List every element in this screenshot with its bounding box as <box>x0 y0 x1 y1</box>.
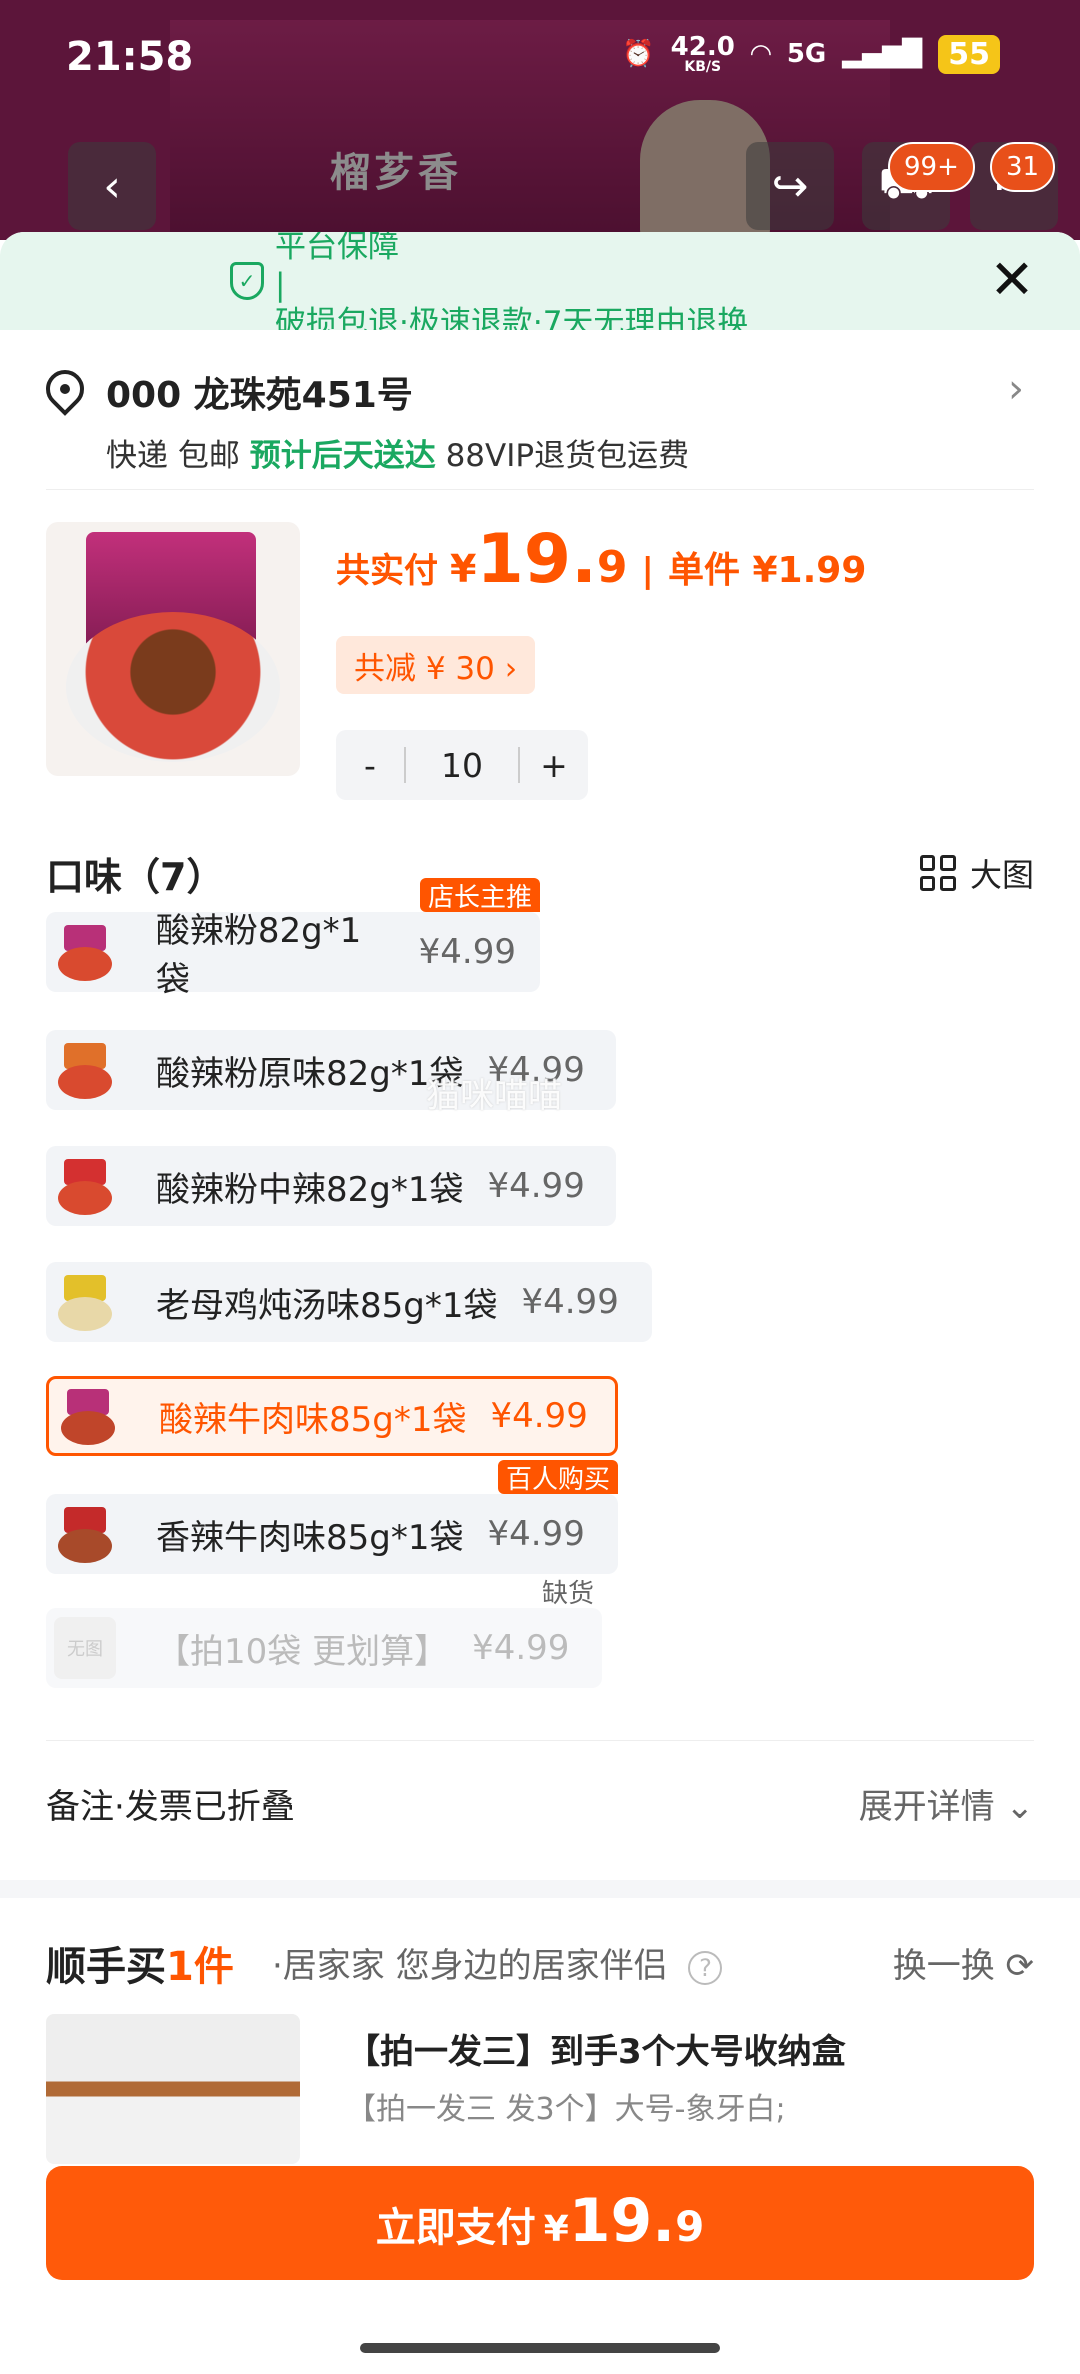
back-button[interactable]: ‹ <box>68 142 156 230</box>
flavor-options: 酸辣粉82g*1袋 ¥4.99 店长主推 酸辣粉原味82g*1袋 ¥4.99 猫… <box>46 878 1034 1740</box>
flavor-header: 口味（7） 大图 <box>46 780 1034 899</box>
wifi-icon: ◠ <box>750 39 771 69</box>
pay-now-button[interactable]: 立即支付 ¥ 19. 9 <box>46 2166 1034 2280</box>
cart-badge: 99+ <box>888 142 975 192</box>
remark-invoice-row[interactable]: 备注·发票已折叠 展开详情 ⌄ <box>46 1740 1034 1880</box>
refresh-button[interactable]: 换一换 ⟳ <box>893 1938 1034 1987</box>
shield-check-icon: ✓ <box>230 262 264 300</box>
recommend-tag: 店长主推 <box>419 878 540 913</box>
remark-label: 备注·发票已折叠 <box>46 1787 295 1827</box>
status-bar: 21:58 ⏰ 42.0 KB/S ◠ 5G ▂▄▆█ 55 <box>0 0 1080 118</box>
guarantee-title: 平台保障 <box>275 232 399 265</box>
option-thumb <box>54 1503 116 1565</box>
option-thumb <box>54 921 116 983</box>
section-divider <box>0 1880 1080 1898</box>
option-thumb <box>57 1385 119 1447</box>
signal-label: 5G <box>786 39 827 69</box>
share-icon: ↪ <box>771 160 809 212</box>
watermark: 猫咪喵喵 <box>426 1076 562 1116</box>
signal-bars-icon: ▂▄▆█ <box>842 39 923 69</box>
address-row[interactable]: 000 龙珠苑451号 › 快递 包邮 预计后天送达 88VIP退货包运费 <box>38 330 1034 490</box>
add-on-recommendation: 顺手买1件 ·居家家 您身边的居家伴侣 ? 换一换 ⟳ 【拍一发三】到手3个大号… <box>46 1898 1034 2164</box>
battery-level: 55 <box>938 34 1000 74</box>
recommend-product-title[interactable]: 【拍一发三】到手3个大号收纳盒 <box>346 2024 846 2073</box>
close-button[interactable]: ✕ <box>984 252 1040 308</box>
platform-guarantee-banner: ✓ 平台保障 | 破损包退·极速退款·7天无理由退换 ✕ <box>0 232 1080 330</box>
flavor-option-6[interactable]: 香辣牛肉味85g*1袋 ¥4.99 百人购买 <box>46 1460 618 1574</box>
status-icons: ⏰ 42.0 KB/S ◠ 5G ▂▄▆█ 55 <box>622 34 1000 74</box>
home-indicator[interactable] <box>360 2343 720 2353</box>
unit-price: 单件 ¥1.99 <box>667 550 867 591</box>
status-time: 21:58 <box>66 34 194 80</box>
location-pin-icon <box>38 362 92 416</box>
option-thumb <box>54 1155 116 1217</box>
alarm-icon: ⏰ <box>622 39 655 69</box>
network-speed: 42.0 KB/S <box>670 32 735 75</box>
share-button[interactable]: ↪ <box>746 142 834 230</box>
option-thumb <box>54 1039 116 1101</box>
product-thumbnail[interactable] <box>46 522 300 776</box>
product-summary: 共实付 ¥ 19. 9 | 单件 ¥1.99 共减 ¥ 30 › - 10 + <box>46 490 1034 800</box>
close-icon: ✕ <box>989 248 1035 311</box>
guarantee-divider: | <box>275 267 286 303</box>
out-of-stock-tag: 缺货 <box>533 1574 602 1609</box>
delivery-eta: 预计后天送达 <box>249 438 436 474</box>
chevron-right-icon: › <box>1008 366 1024 412</box>
flavor-option-3[interactable]: 酸辣粉中辣82g*1袋 ¥4.99 <box>46 1146 616 1226</box>
add-on-logo: 顺手买1件 <box>46 1944 234 1990</box>
discount-badge[interactable]: 共减 ¥ 30 › <box>336 636 536 694</box>
message-badge: 31 <box>990 142 1056 192</box>
guarantee-text: 破损包退·极速退款·7天无理由退换 <box>275 305 749 330</box>
flavor-option-5[interactable]: 酸辣牛肉味85g*1袋 ¥4.99 <box>46 1376 618 1456</box>
flavor-option-1[interactable]: 酸辣粉82g*1袋 ¥4.99 店长主推 <box>46 878 540 1000</box>
recommend-product-image[interactable] <box>46 2014 300 2164</box>
address-text: 000 龙珠苑451号 <box>106 375 413 416</box>
total-payment: 共实付 ¥ 19. 9 | 单件 ¥1.99 <box>336 520 867 599</box>
expand-details[interactable]: 展开详情 ⌄ <box>859 1779 1034 1828</box>
quantity-input[interactable]: 10 <box>404 746 520 785</box>
shop-slogan: ·居家家 您身边的居家伴侣 ? <box>272 1938 723 1987</box>
flavor-option-7: 无图 【拍10袋 更划算】 ¥4.99 缺货 <box>46 1574 602 1688</box>
checkout-sheet: ✓ 平台保障 | 破损包退·极速退款·7天无理由退换 ✕ 000 龙珠苑451号… <box>0 232 1080 2374</box>
grid-icon <box>919 855 956 891</box>
popular-tag: 百人购买 <box>497 1460 618 1495</box>
recommend-product-desc: 【拍一发三 发3个】大号-象牙白; <box>346 2092 786 2127</box>
chevron-down-icon: ⌄ <box>1005 1787 1035 1827</box>
shipping-info: 快递 包邮 预计后天送达 88VIP退货包运费 <box>106 438 690 474</box>
chevron-left-icon: ‹ <box>103 160 121 212</box>
flavor-option-4[interactable]: 老母鸡炖汤味85g*1袋 ¥4.99 <box>46 1262 652 1342</box>
option-thumb <box>54 1271 116 1333</box>
option-thumb: 无图 <box>54 1617 116 1679</box>
help-icon[interactable]: ? <box>688 1950 723 1985</box>
